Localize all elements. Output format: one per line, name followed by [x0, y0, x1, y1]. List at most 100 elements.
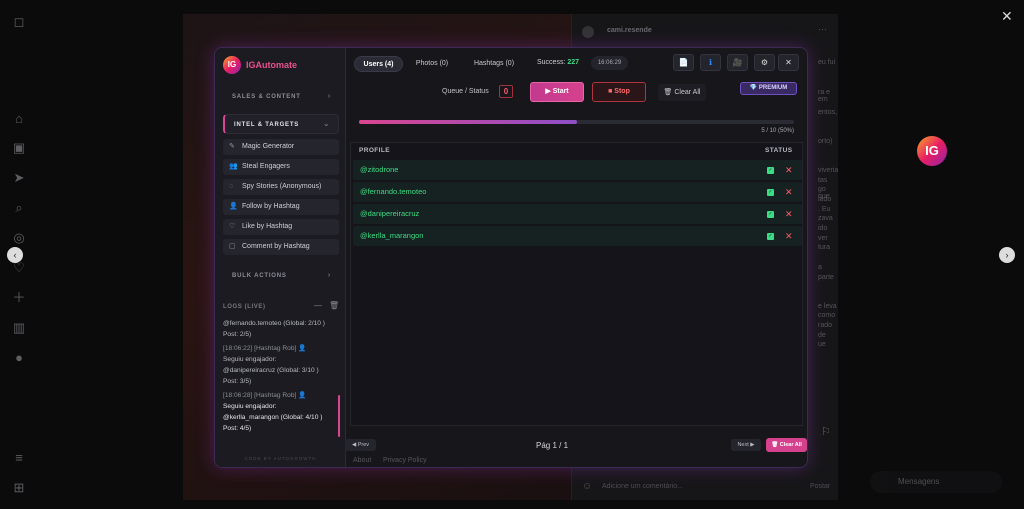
row-username[interactable]: @zitodrone	[360, 160, 398, 180]
section-intel-targets[interactable]: INTEL & TARGETS ⌄	[223, 114, 339, 134]
eye-off-icon: ◌	[229, 183, 234, 190]
row-username[interactable]: @fernando.temoteo	[360, 182, 426, 202]
reels-icon[interactable]: ▣	[11, 140, 27, 156]
app-logo-icon: IG	[223, 56, 241, 74]
minimize-logs-icon[interactable]: —	[314, 301, 322, 310]
caption-fragment: eu fui	[818, 59, 836, 66]
clock-chip: 16:06:29	[591, 56, 628, 70]
messages-button[interactable]: Mensagens	[870, 471, 1002, 493]
log-line: @kerlla_marangon (Global: 4/10 )	[223, 414, 323, 421]
page-indicator: Pág 1 / 1	[536, 441, 569, 450]
premium-badge[interactable]: 💎 PREMIUM	[740, 82, 797, 95]
menu-like-by-hashtag[interactable]: ♡ Like by Hashtag	[223, 219, 339, 235]
chevron-right-icon: ›	[327, 93, 331, 100]
menu-label: Comment by Hashtag	[242, 243, 310, 250]
menu-label: Follow by Hashtag	[242, 203, 300, 210]
log-line: Post: 2/5)	[223, 331, 252, 338]
section-bulk-actions[interactable]: BULK ACTIONS ›	[223, 266, 339, 286]
caption-fragment: e leva	[818, 303, 837, 310]
success-counter: Success: 227	[537, 59, 579, 66]
next-page-button[interactable]: Next ▶	[731, 439, 761, 451]
previous-post-icon[interactable]: ‹	[7, 247, 23, 263]
start-button[interactable]: ▶ Start	[530, 82, 584, 102]
menu-label: Magic Generator	[242, 143, 295, 150]
post-avatar[interactable]	[582, 26, 594, 38]
caption-fragment: ido	[818, 225, 828, 232]
tab-hashtags[interactable]: Hashtags (0)	[464, 56, 524, 72]
instagram-logo-icon[interactable]: ◻	[11, 14, 27, 30]
home-icon[interactable]: ⌂	[11, 111, 27, 127]
caption-fragment: entos,	[818, 109, 838, 116]
caption-fragment: zava	[818, 215, 833, 222]
menu-follow-by-hashtag[interactable]: 👤 Follow by Hashtag	[223, 199, 339, 215]
about-link[interactable]: About	[353, 457, 371, 464]
comment-input[interactable]: Adicione um comentário...	[602, 483, 683, 490]
caption-fragment: tura	[818, 244, 831, 251]
remove-icon[interactable]: ✕	[785, 204, 793, 224]
next-post-icon[interactable]: ›	[999, 247, 1015, 263]
row-username[interactable]: @kerlla_marangon	[360, 226, 423, 246]
create-icon[interactable]: ＋	[11, 290, 27, 306]
explore-icon[interactable]: ◎	[11, 230, 27, 246]
close-icon[interactable]: ✕	[778, 54, 799, 71]
caption-fragment: tas	[818, 177, 828, 184]
privacy-policy-link[interactable]: Privacy Policy	[383, 457, 427, 464]
user-plus-icon: 👤	[229, 203, 238, 210]
log-line: Seguiu engajador:	[223, 403, 277, 410]
info-icon[interactable]: ℹ	[700, 54, 721, 71]
check-icon: ✓	[767, 167, 774, 174]
video-icon[interactable]: 🎥	[727, 54, 748, 71]
section-sales-content[interactable]: SALES & CONTENT ›	[223, 87, 339, 107]
app-main: Users (4) Photos (0) Hashtags (0) Succes…	[345, 48, 807, 467]
menu-spy-stories[interactable]: ◌ Spy Stories (Anonymous)	[223, 179, 339, 195]
logs-scrollbar[interactable]	[338, 395, 340, 437]
menu-label: Like by Hashtag	[242, 223, 293, 230]
igautomate-panel: IG IGAutomate SALES & CONTENT › INTEL & …	[214, 47, 808, 468]
tab-photos[interactable]: Photos (0)	[407, 56, 457, 72]
menu-steal-engagers[interactable]: 👥 Steal Engagers	[223, 159, 339, 175]
clear-all-button[interactable]: 🗑 Clear All	[658, 84, 706, 101]
remove-icon[interactable]: ✕	[785, 182, 793, 202]
more-icon[interactable]: ⊞	[11, 480, 27, 496]
profile-icon[interactable]: ●	[11, 350, 27, 366]
stop-button[interactable]: ■ Stop	[592, 82, 646, 102]
search-icon[interactable]: ⌕	[11, 200, 27, 216]
caption-fragment: como	[818, 312, 836, 319]
prev-page-button[interactable]: ◀ Prev	[345, 439, 376, 451]
tab-users[interactable]: Users (4)	[354, 56, 403, 72]
caption-fragment: parte	[818, 274, 834, 281]
menu-magic-generator[interactable]: ✎ Magic Generator	[223, 139, 339, 155]
magic-wand-icon: ✎	[229, 143, 235, 150]
caption-fragment: ue	[818, 341, 826, 348]
chevron-down-icon: ⌄	[323, 121, 330, 128]
menu-label: Spy Stories (Anonymous)	[242, 183, 322, 190]
close-modal-icon[interactable]: ✕	[1001, 8, 1013, 25]
gear-icon[interactable]: ⚙	[754, 54, 775, 71]
row-username[interactable]: @danipereiracruz	[360, 204, 419, 224]
remove-icon[interactable]: ✕	[785, 226, 793, 246]
clear-all-list-button[interactable]: 🗑 Clear All	[766, 438, 807, 452]
col-status: STATUS	[765, 147, 793, 154]
remove-icon[interactable]: ✕	[785, 160, 793, 180]
log-line: @danipereiracruz (Global: 3/10 )	[223, 367, 319, 374]
direct-icon[interactable]: ➤	[11, 170, 27, 186]
post-username[interactable]: cami.resende	[607, 27, 652, 34]
menu-label: Steal Engagers	[242, 163, 290, 170]
table-row: @kerlla_marangon ✓ ✕	[353, 226, 802, 246]
emoji-icon[interactable]: ☺	[582, 481, 592, 492]
notes-icon[interactable]: 📄	[673, 54, 694, 71]
section-label: INTEL & TARGETS	[234, 122, 300, 128]
post-comment-button[interactable]: Postar	[810, 483, 830, 490]
trash-logs-icon[interactable]: 🗑	[329, 301, 339, 310]
menu-icon[interactable]: ≡	[11, 450, 27, 466]
table-row: @zitodrone ✓ ✕	[353, 160, 802, 180]
menu-comment-by-hashtag[interactable]: ▢ Comment by Hashtag	[223, 239, 339, 255]
users-table: PROFILE STATUS @zitodrone ✓ ✕ @fernando.…	[350, 142, 803, 426]
dashboard-icon[interactable]: ▥	[11, 320, 27, 336]
users-icon: 👥	[229, 163, 238, 170]
igautomate-launcher-icon[interactable]: IG	[917, 136, 947, 166]
post-options-icon[interactable]: ···	[818, 24, 827, 34]
save-post-icon[interactable]: ⚐	[821, 425, 831, 438]
caption-fragment: rado	[818, 322, 833, 329]
section-label: SALES & CONTENT	[232, 94, 301, 100]
